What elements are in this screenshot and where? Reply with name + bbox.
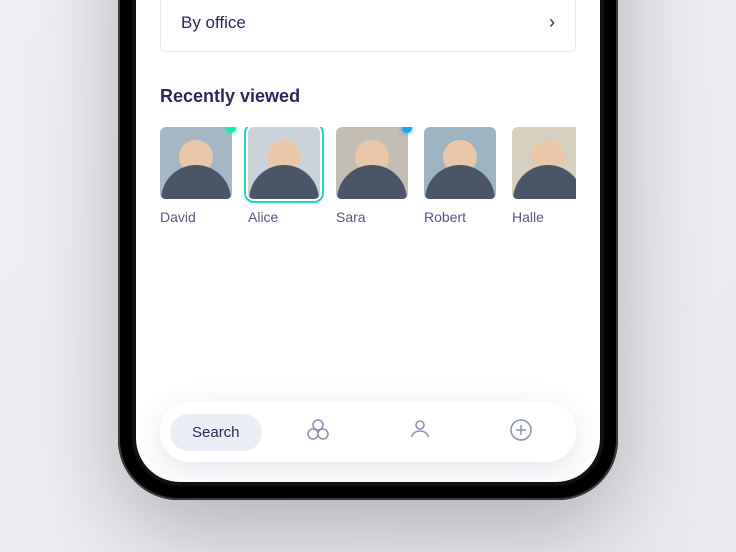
status-dot-online bbox=[226, 127, 236, 133]
bottom-tab-bar: Search bbox=[160, 402, 576, 462]
person-card[interactable]: Robert bbox=[424, 127, 496, 225]
avatar bbox=[424, 127, 496, 199]
person-card[interactable]: Sara bbox=[336, 127, 408, 225]
avatar-wrap bbox=[512, 127, 576, 199]
person-name: Halle bbox=[512, 209, 576, 225]
recently-viewed-strip[interactable]: David Alice Sara bbox=[160, 127, 576, 225]
tab-search[interactable]: Search bbox=[170, 414, 262, 451]
screen-content: By office › Recently viewed David bbox=[136, 0, 600, 482]
phone-bezel: By office › Recently viewed David bbox=[132, 0, 604, 486]
tab-profile[interactable] bbox=[375, 417, 464, 448]
avatar bbox=[248, 127, 320, 199]
status-dot-away bbox=[402, 127, 412, 133]
avatar bbox=[336, 127, 408, 199]
person-card[interactable]: Alice bbox=[248, 127, 320, 225]
avatar-wrap bbox=[424, 127, 496, 199]
avatar bbox=[512, 127, 576, 199]
tab-add[interactable] bbox=[477, 417, 566, 448]
avatar bbox=[160, 127, 232, 199]
filter-label-by-office: By office bbox=[181, 13, 246, 33]
person-card[interactable]: Halle bbox=[512, 127, 576, 225]
avatar-wrap bbox=[248, 127, 320, 199]
circles-icon bbox=[305, 417, 331, 448]
section-title-recently-viewed: Recently viewed bbox=[160, 86, 576, 107]
tab-groups[interactable] bbox=[274, 417, 363, 448]
person-card[interactable]: David bbox=[160, 127, 232, 225]
person-name: David bbox=[160, 209, 232, 225]
person-pin-icon bbox=[407, 417, 433, 448]
person-name: Alice bbox=[248, 209, 320, 225]
plus-icon bbox=[508, 417, 534, 448]
phone-screen: By office › Recently viewed David bbox=[136, 0, 600, 482]
avatar-wrap bbox=[160, 127, 232, 199]
phone-frame: By office › Recently viewed David bbox=[118, 0, 618, 500]
person-name: Sara bbox=[336, 209, 408, 225]
person-name: Robert bbox=[424, 209, 496, 225]
avatar-wrap bbox=[336, 127, 408, 199]
chevron-right-icon: › bbox=[549, 12, 555, 33]
filter-card: By office › bbox=[160, 0, 576, 52]
filter-row-by-office[interactable]: By office › bbox=[161, 0, 575, 51]
